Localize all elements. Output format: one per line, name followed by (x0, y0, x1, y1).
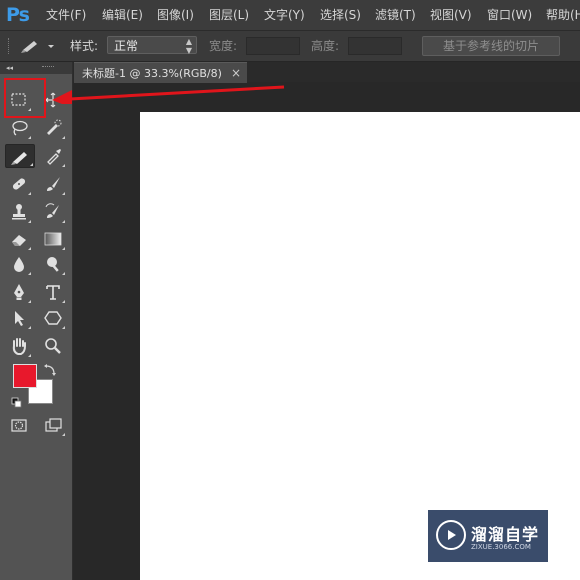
brush-tool[interactable] (40, 172, 66, 196)
hand-icon (12, 338, 26, 355)
document-tab[interactable]: 未标题-1 @ 33.3%(RGB/8) × (74, 62, 247, 83)
height-label: 高度: (311, 39, 340, 53)
flyout-indicator (62, 192, 65, 195)
flyout-indicator (62, 326, 65, 329)
flyout-indicator (28, 220, 31, 223)
water-drop-icon (14, 257, 24, 272)
watermark-title: 溜溜自学 (471, 525, 540, 544)
quick-selection-tool[interactable] (40, 116, 66, 140)
arrow-pointer-icon (15, 311, 24, 326)
foreground-color-swatch[interactable] (13, 364, 37, 388)
shape-tool[interactable] (40, 306, 66, 330)
flyout-indicator (28, 300, 31, 303)
height-field[interactable] (348, 37, 402, 55)
flyout-indicator (28, 354, 31, 357)
flyout-indicator (62, 220, 65, 223)
close-icon[interactable]: × (231, 63, 241, 84)
flyout-indicator (62, 164, 65, 167)
menu-select[interactable]: 选择(S) (320, 0, 361, 30)
magnifier-icon (45, 338, 61, 354)
type-icon (46, 285, 60, 300)
quick-selection-icon (47, 119, 62, 135)
flyout-indicator (62, 247, 65, 250)
photoshop-logo: Ps (6, 4, 30, 26)
hexagon-icon (44, 311, 62, 325)
menu-image[interactable]: 图像(I) (157, 0, 194, 30)
path-selection-tool[interactable] (6, 306, 32, 330)
default-colors-icon[interactable] (11, 394, 23, 408)
bandage-icon (12, 178, 26, 190)
slice-tool[interactable] (5, 144, 35, 168)
gradient-tool[interactable] (40, 227, 66, 251)
pen-tool[interactable] (6, 280, 32, 304)
history-brush-icon (45, 203, 59, 218)
highlight-box (4, 78, 46, 118)
zoom-tool[interactable] (40, 334, 66, 358)
flyout-indicator (28, 247, 31, 250)
flyout-indicator (28, 192, 31, 195)
pen-icon (14, 284, 24, 300)
menu-help[interactable]: 帮助(H) (546, 0, 580, 30)
options-grip[interactable] (8, 38, 11, 54)
swap-colors-icon[interactable] (43, 362, 57, 376)
flyout-indicator (28, 272, 31, 275)
menu-edit[interactable]: 编辑(E) (102, 0, 143, 30)
style-select[interactable]: 正常 ▲ ▼ (107, 36, 197, 55)
brush-icon (47, 177, 60, 191)
screen-mode-icon (45, 418, 62, 432)
lasso-icon (12, 120, 28, 136)
document-tab-title: 未标题-1 @ 33.3%(RGB/8) (82, 67, 222, 80)
eyedropper-icon (47, 149, 61, 165)
menu-view[interactable]: 视图(V) (430, 0, 472, 30)
blur-tool[interactable] (6, 252, 32, 276)
dodge-icon (47, 257, 59, 272)
menu-type[interactable]: 文字(Y) (264, 0, 305, 30)
spot-healing-brush-tool[interactable] (6, 172, 32, 196)
history-brush-tool[interactable] (40, 200, 66, 224)
flyout-indicator (62, 136, 65, 139)
width-field[interactable] (246, 37, 300, 55)
tools-panel-header[interactable]: ◂◂ (0, 62, 72, 74)
width-label: 宽度: (209, 39, 238, 53)
dodge-tool[interactable] (40, 252, 66, 276)
menu-file[interactable]: 文件(F) (46, 0, 86, 30)
screen-mode-button[interactable] (40, 413, 66, 437)
flyout-indicator (28, 136, 31, 139)
menu-layer[interactable]: 图层(L) (209, 0, 249, 30)
flyout-indicator (28, 326, 31, 329)
menu-filter[interactable]: 滤镜(T) (375, 0, 416, 30)
flyout-indicator (62, 272, 65, 275)
flyout-indicator (62, 300, 65, 303)
select-arrows-icon: ▲ ▼ (185, 37, 192, 55)
style-select-value: 正常 (114, 39, 139, 53)
style-label: 样式: (70, 39, 99, 53)
menu-window[interactable]: 窗口(W) (487, 0, 532, 30)
type-tool[interactable] (40, 280, 66, 304)
watermark-subtitle: ZIXUE.3066.COM (471, 543, 531, 551)
slice-tool-icon (21, 41, 54, 53)
lasso-tool[interactable] (6, 116, 32, 140)
clone-stamp-tool[interactable] (6, 200, 32, 224)
eraser-tool[interactable] (6, 227, 32, 251)
tool-preset-picker[interactable] (20, 37, 56, 55)
play-logo-icon (436, 520, 466, 550)
hand-tool[interactable] (6, 334, 32, 358)
flyout-indicator (62, 433, 65, 436)
quick-mask-button[interactable] (6, 413, 32, 437)
collapse-icon[interactable]: ◂◂ (6, 62, 13, 74)
flyout-indicator (30, 163, 33, 166)
slices-from-guides-button[interactable]: 基于参考线的切片 (422, 36, 560, 56)
stamp-icon (12, 204, 26, 220)
eyedropper-tool[interactable] (40, 144, 66, 168)
panel-grip (42, 66, 54, 69)
annotation-arrow (52, 85, 285, 104)
eraser-icon (12, 235, 26, 246)
gradient-icon (44, 232, 62, 246)
quick-mask-icon (11, 419, 27, 432)
